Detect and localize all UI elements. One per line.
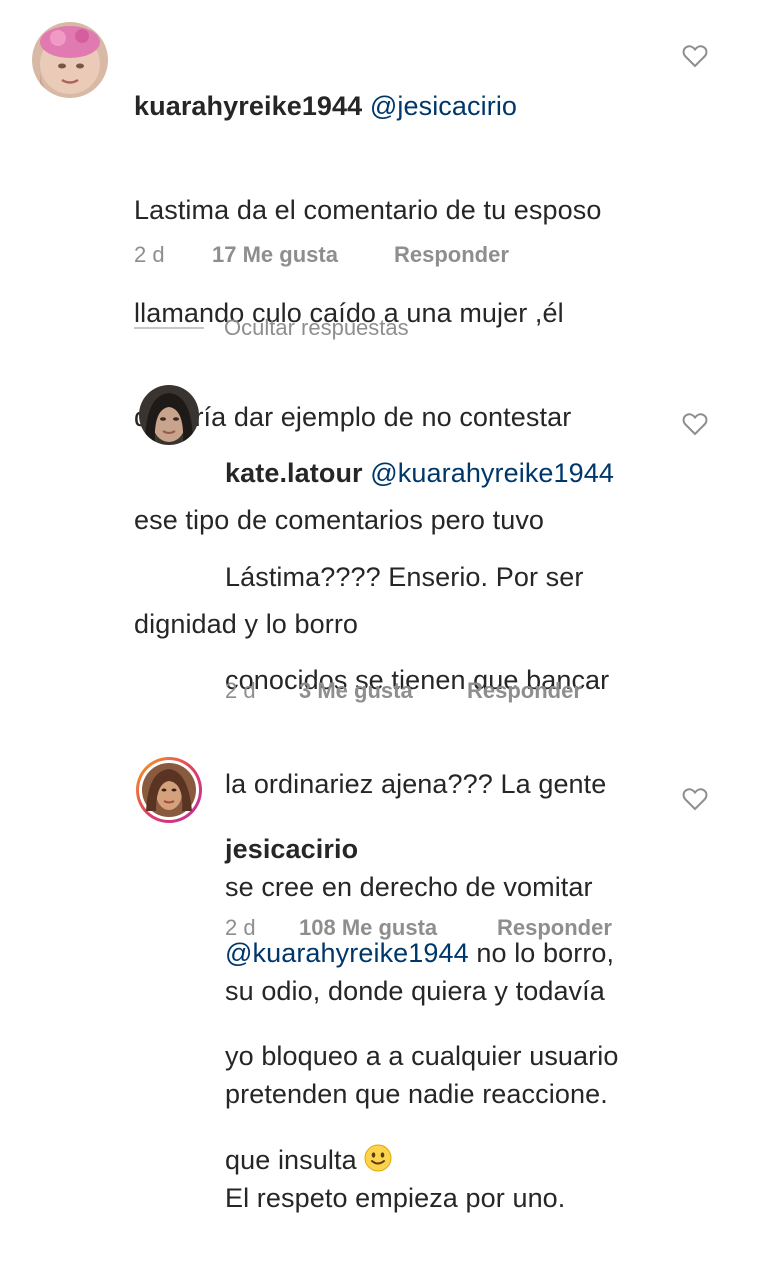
comment-line: Lástima???? Enserio. Por ser xyxy=(225,561,584,592)
reply-kate-latour: kate.latour @kuarahyreike1944 Lástima???… xyxy=(0,370,767,1213)
avatar[interactable] xyxy=(139,385,199,445)
reply-button[interactable]: Responder xyxy=(467,678,582,704)
mention-link[interactable]: @jesicacirio xyxy=(370,91,517,121)
comment-meta: 2 d 17 Me gusta Responder xyxy=(134,242,509,268)
likes-count[interactable]: 3 Me gusta xyxy=(299,678,467,704)
comment-line: no lo borro, xyxy=(468,937,615,968)
username[interactable]: kuarahyreike1944 xyxy=(134,91,362,121)
comment-meta: 2 d 108 Me gusta Responder xyxy=(225,915,612,941)
comment-line: Lastima da el comentario de tu esposo xyxy=(134,194,602,225)
timestamp: 2 d xyxy=(225,678,256,703)
comment-meta: 2 d 3 Me gusta Responder xyxy=(225,678,582,704)
heart-outline-icon[interactable] xyxy=(682,787,708,811)
divider xyxy=(134,327,204,329)
comment-line: yo bloqueo a a cualquier usuario xyxy=(225,1041,619,1071)
hide-replies-toggle[interactable]: Ocultar respuestas xyxy=(134,314,409,342)
heart-outline-icon[interactable] xyxy=(682,412,708,436)
likes-count[interactable]: 17 Me gusta xyxy=(212,242,394,268)
hide-replies-label[interactable]: Ocultar respuestas xyxy=(224,315,409,341)
slightly-smiling-face-icon xyxy=(364,1144,392,1171)
comment-text: jesicacirio @kuarahyreike1944 no lo borr… xyxy=(225,763,685,1246)
username[interactable]: kate.latour xyxy=(225,458,363,488)
username[interactable]: jesicacirio xyxy=(225,834,358,864)
timestamp: 2 d xyxy=(225,915,256,940)
comment-line: que insulta xyxy=(225,1144,365,1175)
comment-kuarahyreike1944: kuarahyreike1944 @jesicacirio Lastima da… xyxy=(0,0,767,639)
reply-button[interactable]: Responder xyxy=(394,242,509,268)
mention-link[interactable]: @kuarahyreike1944 xyxy=(370,458,614,488)
reply-jesicacirio: jesicacirio @kuarahyreike1944 no lo borr… xyxy=(0,745,767,1175)
avatar[interactable] xyxy=(32,22,108,98)
avatar[interactable] xyxy=(136,757,202,823)
mention-link[interactable]: @kuarahyreike1944 xyxy=(225,938,469,968)
reply-button[interactable]: Responder xyxy=(497,915,612,941)
heart-outline-icon[interactable] xyxy=(682,44,708,68)
timestamp: 2 d xyxy=(134,242,165,267)
likes-count[interactable]: 108 Me gusta xyxy=(299,915,497,941)
